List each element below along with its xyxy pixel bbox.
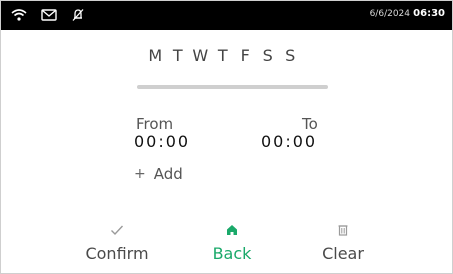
weekday-selector: M T W T F S S [144,46,332,65]
to-label: To [302,115,318,133]
day-tuesday[interactable]: T [167,46,190,65]
back-label: Back [212,244,252,263]
status-icons [11,6,85,24]
confirm-button[interactable]: Confirm [67,221,167,263]
day-monday[interactable]: M [144,46,167,65]
bell-off-icon [71,8,85,22]
day-sunday[interactable]: S [279,46,302,65]
confirm-label: Confirm [85,244,149,263]
status-time: 06:30 [413,8,445,19]
divider-bar [137,85,328,89]
wifi-icon [11,8,27,22]
schedule-screen: 6/6/2024 06:30 M T W T F S S From To 00:… [0,0,453,274]
check-icon [67,221,167,239]
back-button[interactable]: Back [182,221,282,263]
day-thursday[interactable]: T [212,46,235,65]
to-time-value[interactable]: 00:00 [261,132,317,151]
clear-label: Clear [322,244,364,263]
day-friday[interactable]: F [234,46,257,65]
mail-icon [41,9,57,21]
from-time-value[interactable]: 00:00 [134,132,190,151]
status-date: 6/6/2024 [369,9,410,19]
add-button[interactable]: + Add [134,165,183,183]
clear-button[interactable]: Clear [293,221,393,263]
day-saturday[interactable]: S [257,46,280,65]
home-icon [182,221,282,239]
day-wednesday[interactable]: W [189,46,212,65]
from-label: From [136,115,174,133]
trash-icon [293,221,393,239]
add-label: Add [153,165,183,183]
plus-icon: + [134,166,146,182]
status-bar: 6/6/2024 06:30 [1,1,452,30]
